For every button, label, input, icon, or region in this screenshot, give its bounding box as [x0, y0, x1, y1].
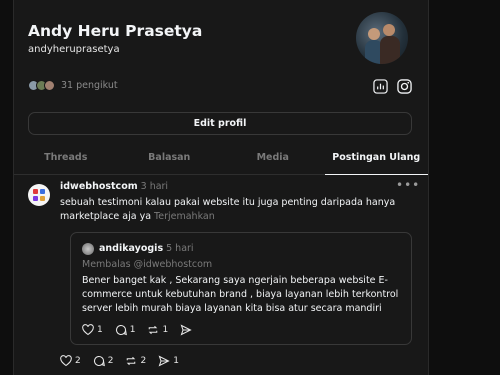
share-count: 1 [173, 356, 179, 366]
comment-count: 2 [107, 356, 114, 366]
tab-balasan[interactable]: Balasan [118, 146, 222, 174]
profile-panel: Andy Heru Prasetya andyheruprasetya 31 p… [13, 0, 429, 375]
profile-handle: andyheruprasetya [28, 44, 120, 55]
profile-tabs: Threads Balasan Media Postingan Ulang [14, 146, 428, 175]
post-author-avatar[interactable] [28, 184, 50, 206]
quote-time: 5 hari [166, 243, 194, 254]
quote-username[interactable]: andikayogis [99, 243, 163, 254]
quote-share-button[interactable] [180, 324, 192, 336]
quote-actions: 1 1 1 [82, 324, 192, 336]
quote-reply-to: Membalas @idwebhostcom [82, 259, 213, 270]
share-button[interactable]: 1 [158, 355, 179, 367]
comment-icon [93, 355, 105, 367]
post-actions: 2 2 2 1 [60, 355, 179, 367]
quoted-post[interactable]: andikayogis 5 hari Membalas @idwebhostcom… [70, 232, 412, 345]
quote-comment-button[interactable]: 1 [115, 324, 136, 336]
quote-header: andikayogis 5 hari [99, 243, 194, 254]
send-icon [158, 355, 170, 367]
quote-like-button[interactable]: 1 [82, 324, 103, 336]
quote-author-avatar[interactable] [82, 243, 94, 255]
like-button[interactable]: 2 [60, 355, 81, 367]
quote-comment-count: 1 [129, 325, 136, 335]
tab-threads[interactable]: Threads [14, 146, 118, 174]
quote-repost-count: 1 [162, 325, 169, 335]
repost-button[interactable]: 2 [125, 355, 146, 367]
repost-count: 2 [140, 356, 147, 366]
quote-text: Bener banget kak , Sekarang saya ngerjai… [82, 275, 399, 314]
profile-name: Andy Heru Prasetya [28, 22, 203, 40]
tab-media[interactable]: Media [221, 146, 325, 174]
instagram-icon[interactable] [396, 78, 412, 94]
edit-profile-button[interactable]: Edit profil [28, 112, 412, 135]
comment-icon [115, 324, 127, 336]
tab-postingan-ulang[interactable]: Postingan Ulang [324, 146, 429, 175]
post-time: 3 hari [140, 181, 169, 192]
followers-link[interactable]: 31 pengikut [28, 80, 118, 91]
quote-repost-button[interactable]: 1 [147, 324, 168, 336]
quote-like-count: 1 [97, 325, 103, 335]
more-horizontal-icon[interactable]: ••• [396, 178, 420, 192]
bar-chart-icon[interactable] [372, 78, 388, 94]
heart-icon [82, 324, 94, 336]
send-icon [180, 324, 192, 336]
translate-link[interactable]: Terjemahkan [154, 211, 215, 222]
like-count: 2 [75, 356, 81, 366]
comment-button[interactable]: 2 [93, 355, 114, 367]
follower-avatars [28, 80, 55, 91]
post-header: idwebhostcom 3 hari [60, 181, 168, 192]
post-body: sebuah testimoni kalau pakai website itu… [60, 196, 400, 224]
post-username[interactable]: idwebhostcom [60, 181, 138, 192]
heart-icon [60, 355, 72, 367]
followers-count: 31 pengikut [61, 80, 118, 91]
profile-avatar[interactable] [356, 12, 408, 64]
repost-icon [125, 355, 137, 367]
post-text: sebuah testimoni kalau pakai website itu… [60, 197, 396, 222]
repost-icon [147, 324, 159, 336]
